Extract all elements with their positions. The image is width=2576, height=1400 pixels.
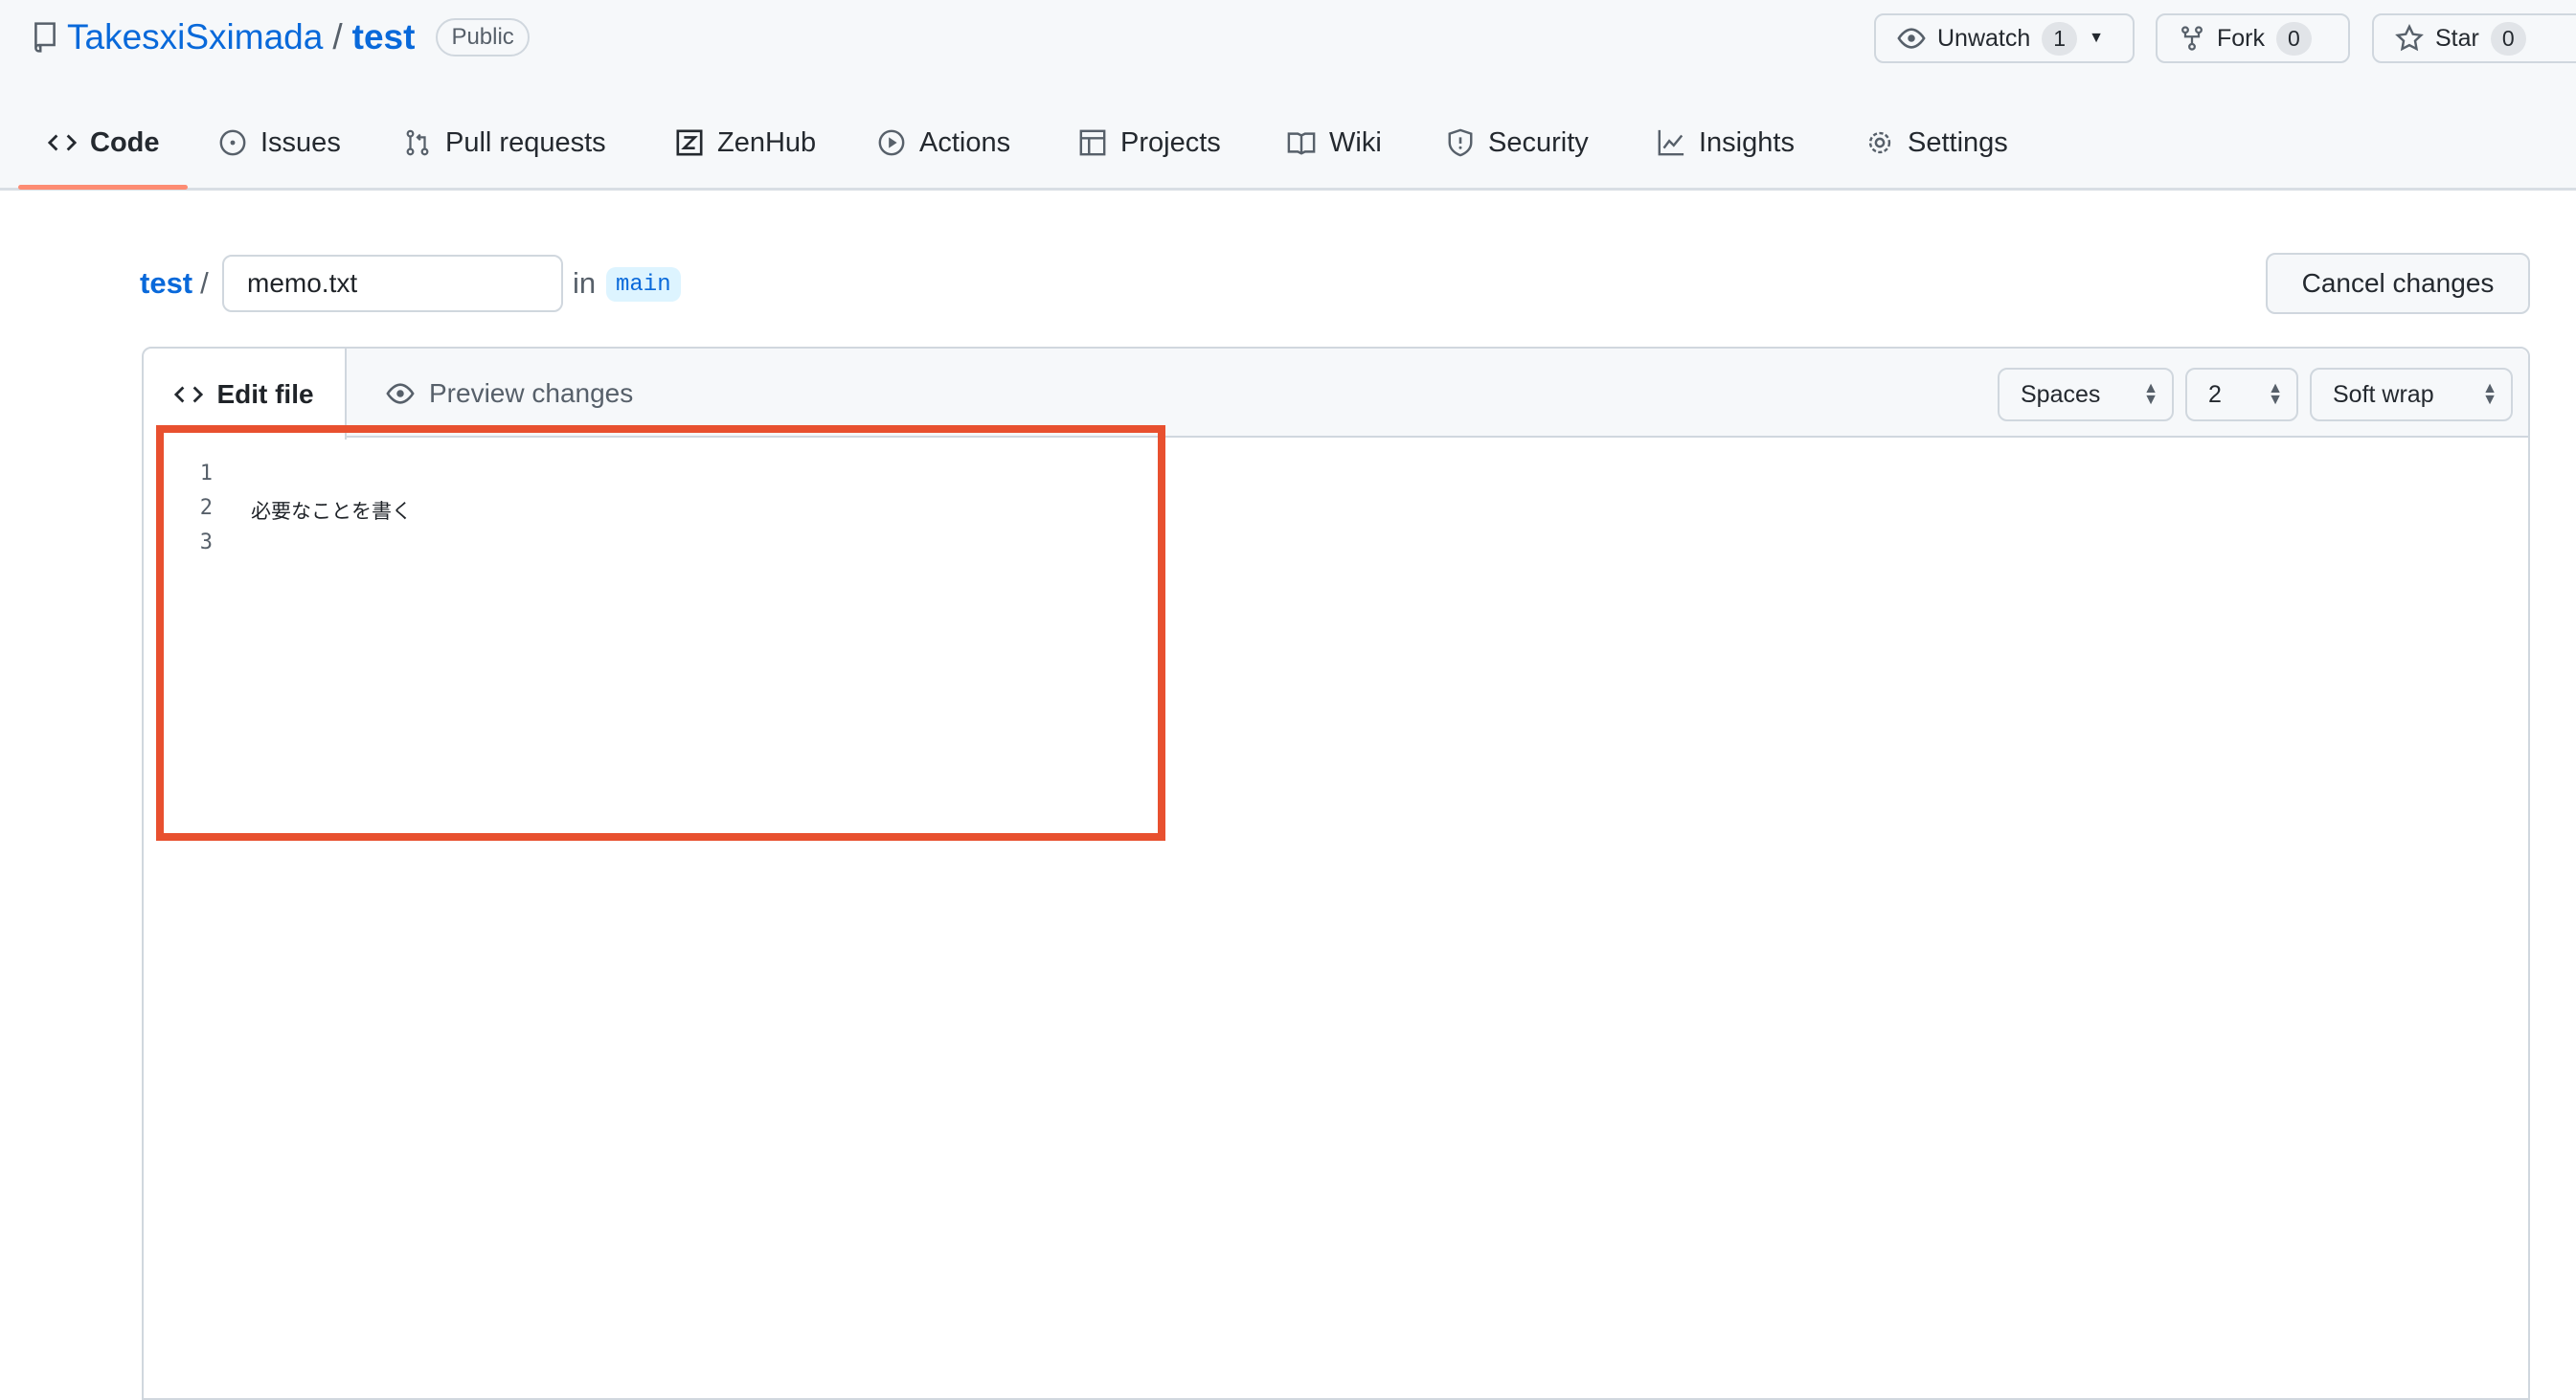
fork-icon [2181,26,2203,51]
issue-icon [219,129,246,156]
shield-icon [1448,128,1473,157]
watch-count: 1 [2042,21,2078,56]
preview-changes-label: Preview changes [429,377,634,408]
eye-icon [1897,28,1926,49]
caret-down-icon: ▼ [2089,30,2104,46]
code-icon [174,386,204,402]
tab-projects-label: Projects [1120,126,1221,158]
tab-settings[interactable]: Settings [1865,117,2008,169]
tab-zenhub-label: ZenHub [717,126,817,158]
edit-file-label: Edit file [216,378,314,409]
code-icon [48,134,77,151]
tab-code[interactable]: Code [48,117,160,169]
in-label: in [573,266,597,300]
star-button[interactable]: Star 0 [2372,13,2576,63]
tab-issues[interactable]: Issues [218,117,341,169]
repo-name-link[interactable]: test [352,17,416,57]
fork-label: Fork [2217,24,2265,52]
unwatch-button[interactable]: Unwatch 1 ▼ [1874,13,2135,63]
tab-actions-label: Actions [919,126,1011,158]
repo-title: TakesxiSximada / test Public [33,13,530,61]
breadcrumb: test / [140,255,209,312]
play-icon [878,129,905,156]
tab-security[interactable]: Security [1446,117,1589,169]
tab-insights-label: Insights [1699,126,1795,158]
filename-input[interactable] [222,255,563,312]
wrap-mode-select[interactable]: Soft wrap ▲ ▼ [2310,368,2513,421]
indent-size-select[interactable]: 2 ▲ ▼ [2185,368,2298,421]
book-icon [1287,132,1316,155]
zenhub-icon [676,129,703,156]
tab-wiki[interactable]: Wiki [1287,117,1382,169]
star-label: Star [2435,24,2479,52]
active-tab-indicator [18,185,188,190]
unwatch-label: Unwatch [1937,24,2031,52]
pull-request-icon [406,129,429,156]
select-arrows-icon: ▲ ▼ [2268,380,2283,408]
breadcrumb-repo-link[interactable]: test [140,266,192,301]
eye-icon [386,382,415,404]
tab-pull-requests[interactable]: Pull requests [403,117,606,169]
tab-projects[interactable]: Projects [1078,117,1221,169]
star-icon [2395,24,2424,52]
select-arrows-icon: ▲ ▼ [2482,380,2497,408]
select-arrows-icon: ▲ ▼ [2143,380,2158,408]
tab-issues-label: Issues [260,126,341,158]
wrap-mode-value: Soft wrap [2333,380,2434,408]
indent-size-value: 2 [2208,380,2222,408]
tab-wiki-label: Wiki [1329,126,1382,158]
tab-settings-label: Settings [1908,126,2008,158]
highlight-annotation-box [156,425,1165,841]
visibility-badge: Public [436,18,530,56]
tab-code-label: Code [90,126,160,158]
tab-zenhub[interactable]: ZenHub [675,117,816,169]
fork-button[interactable]: Fork 0 [2156,13,2350,63]
repo-separator: / [332,17,343,56]
graph-icon [1658,129,1684,156]
repo-owner-link[interactable]: TakesxiSximada [67,17,323,57]
breadcrumb-separator: / [200,266,209,300]
table-icon [1079,129,1106,156]
tab-pull-requests-label: Pull requests [445,126,606,158]
cancel-changes-button[interactable]: Cancel changes [2266,253,2530,314]
indent-mode-select[interactable]: Spaces ▲ ▼ [1998,368,2174,421]
indent-mode-value: Spaces [2021,380,2101,408]
tab-security-label: Security [1488,126,1589,158]
tab-actions[interactable]: Actions [877,117,1010,169]
fork-count: 0 [2276,21,2312,56]
tab-insights[interactable]: Insights [1657,117,1795,169]
gear-icon [1868,131,1891,154]
star-count: 0 [2490,21,2526,56]
repo-icon [34,22,56,53]
branch-badge: main [606,267,681,302]
